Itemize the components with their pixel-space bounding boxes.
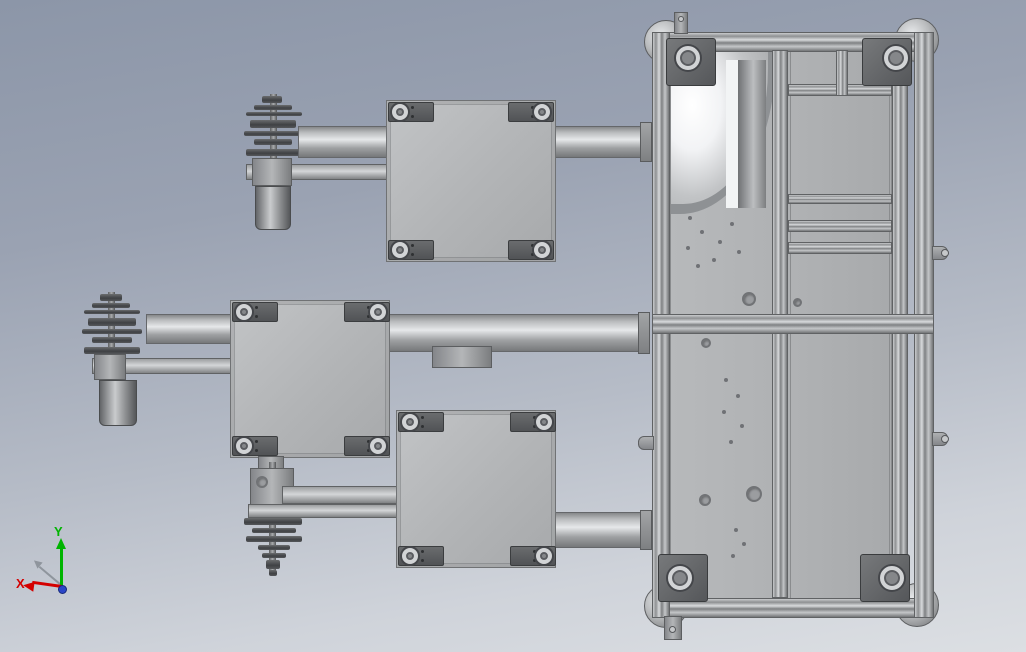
- y-axis-line[interactable]: [60, 549, 63, 589]
- y-axis-label: Y: [54, 524, 63, 539]
- y-axis-arrowhead: [56, 538, 66, 549]
- origin-dot: [58, 585, 67, 594]
- cad-viewport[interactable]: Y X: [0, 0, 1026, 652]
- coordinate-triad: Y X: [0, 0, 1026, 652]
- x-axis-label: X: [16, 576, 25, 591]
